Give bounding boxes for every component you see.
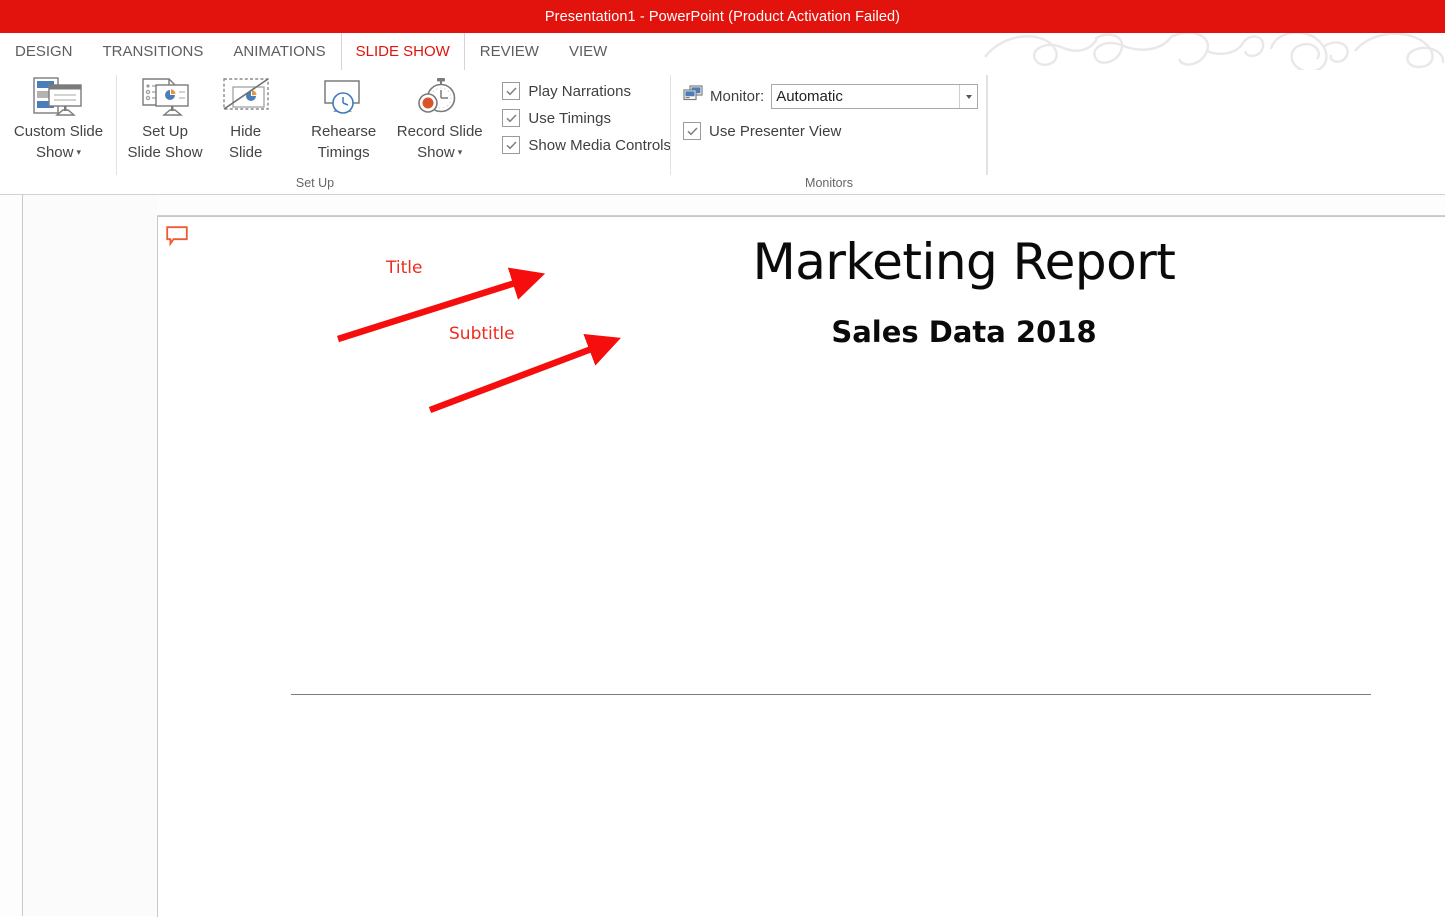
rehearse-timings-button[interactable]: Rehearse Timings [300, 70, 387, 163]
decorative-swirl-watermark [984, 33, 1445, 70]
tab-review-label: REVIEW [479, 43, 539, 60]
custom-slide-show-label: Custom Slide Show [13, 123, 104, 161]
annotation-label-subtitle: Subtitle [449, 324, 515, 344]
ribbon-group-start-slide-show: Custom Slide Show ▾ [0, 70, 117, 195]
record-slide-show-icon [414, 76, 466, 116]
set-up-slide-show-icon [139, 76, 191, 116]
editor-work-area: Marketing Report Sales Data 2018 Title S… [0, 195, 1445, 917]
hide-slide-button[interactable]: Hide Slide [213, 70, 278, 163]
tab-design-label: DESIGN [15, 43, 73, 60]
tab-transitions-label: TRANSITIONS [102, 43, 204, 60]
monitor-icon [683, 85, 703, 108]
group-label-monitors: Monitors [805, 176, 853, 190]
tab-view-label: VIEW [568, 43, 608, 60]
ribbon-group-trailing [987, 70, 988, 195]
set-up-slide-show-label: Set Up Slide Show [127, 123, 203, 161]
setup-checkbox-group: Play Narrations Use Timings Show Media C… [492, 70, 671, 154]
custom-slide-show-icon [32, 76, 84, 116]
use-presenter-view-row[interactable]: Use Presenter View [683, 122, 978, 140]
tab-slide-show-label: SLIDE SHOW [355, 43, 450, 60]
tab-transitions[interactable]: TRANSITIONS [88, 33, 219, 70]
show-media-controls-row[interactable]: Show Media Controls [502, 136, 671, 154]
ribbon-group-set-up: Set Up Slide Show Hide Slide Rehearse Ti… [117, 70, 671, 195]
comment-bubble-icon[interactable] [166, 226, 188, 252]
slide-thumbnail-pane[interactable] [23, 195, 157, 916]
title-bar: Presentation1 - PowerPoint (Product Acti… [0, 0, 1445, 33]
custom-slide-show-button[interactable]: Custom Slide Show ▾ [8, 70, 109, 163]
play-narrations-label: Play Narrations [528, 82, 631, 100]
slide-horizontal-rule [291, 694, 1371, 695]
work-area-top-strip [0, 195, 1445, 216]
show-media-controls-label: Show Media Controls [528, 136, 671, 154]
hide-slide-icon [221, 76, 271, 116]
ribbon-tabs: DESIGN TRANSITIONS ANIMATIONS SLIDE SHOW… [0, 33, 622, 70]
ribbon-group-monitors: Monitor: Automatic Use Presenter View Mo… [671, 70, 987, 195]
tab-animations-label: ANIMATIONS [233, 43, 326, 60]
monitor-dropdown[interactable]: Automatic [771, 84, 979, 109]
group-label-start-slide-show [0, 175, 117, 195]
left-rail [0, 195, 23, 916]
slide-canvas[interactable]: Marketing Report Sales Data 2018 Title S… [157, 216, 1445, 917]
record-slide-show-button[interactable]: Record Slide Show ▾ [387, 70, 492, 163]
show-media-controls-checkbox[interactable] [502, 136, 521, 154]
ribbon-groups: Custom Slide Show ▾ Set Up Slide Show Hi… [0, 70, 988, 195]
group-separator [987, 75, 988, 175]
slide-subtitle[interactable]: Sales Data 2018 [549, 314, 1379, 350]
monitors-content: Monitor: Automatic Use Presenter View [671, 70, 979, 140]
tab-review[interactable]: REVIEW [465, 33, 554, 70]
hide-slide-label: Hide Slide [229, 123, 263, 161]
use-presenter-view-checkbox[interactable] [683, 122, 701, 140]
window-title: Presentation1 - PowerPoint (Product Acti… [544, 8, 901, 25]
subtitle-arrow [428, 334, 621, 414]
annotation-label-title: Title [386, 258, 423, 278]
use-timings-label: Use Timings [528, 109, 611, 127]
use-timings-checkbox[interactable] [502, 109, 521, 127]
chevron-down-icon[interactable]: ▾ [76, 142, 81, 163]
rehearse-timings-icon [318, 76, 370, 116]
play-narrations-checkbox[interactable] [502, 82, 521, 100]
ribbon: Custom Slide Show ▾ Set Up Slide Show Hi… [0, 70, 1445, 195]
ribbon-tab-strip: DESIGN TRANSITIONS ANIMATIONS SLIDE SHOW… [0, 33, 1445, 70]
tab-slide-show[interactable]: SLIDE SHOW [340, 33, 465, 70]
monitor-row: Monitor: Automatic [683, 84, 979, 109]
slide-title[interactable]: Marketing Report [549, 234, 1379, 290]
monitor-dropdown-value: Automatic [776, 88, 843, 105]
chevron-down-icon[interactable] [959, 85, 977, 108]
tab-animations[interactable]: ANIMATIONS [218, 33, 340, 70]
tab-view[interactable]: VIEW [554, 33, 622, 70]
rehearse-timings-label: Rehearse Timings [311, 123, 377, 161]
play-narrations-row[interactable]: Play Narrations [502, 82, 671, 100]
chevron-down-icon[interactable]: ▾ [458, 142, 463, 163]
use-presenter-view-label: Use Presenter View [709, 122, 842, 140]
tab-design[interactable]: DESIGN [0, 33, 88, 70]
powerpoint-window: Presentation1 - PowerPoint (Product Acti… [0, 0, 1445, 917]
use-timings-row[interactable]: Use Timings [502, 109, 671, 127]
group-label-set-up: Set Up [295, 176, 335, 190]
set-up-slide-show-button[interactable]: Set Up Slide Show [117, 70, 213, 163]
monitor-label: Monitor: [710, 88, 765, 105]
record-slide-show-label: Record Slide Show [396, 123, 483, 161]
